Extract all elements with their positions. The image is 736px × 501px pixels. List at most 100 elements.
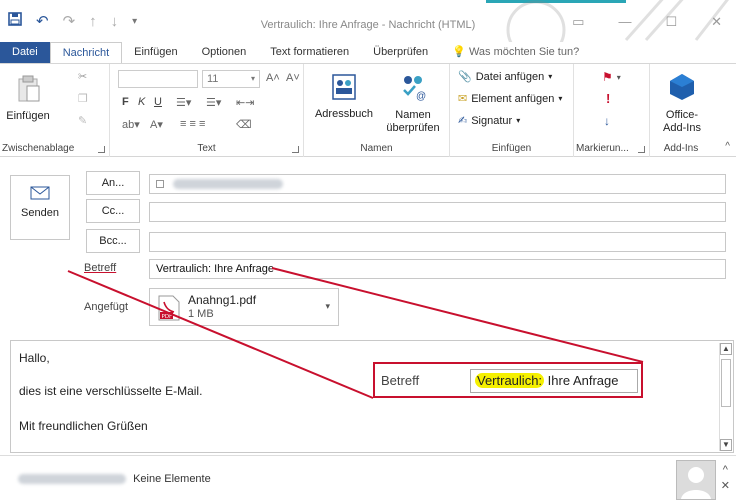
no-items-label: Keine Elemente: [133, 473, 211, 485]
signature-button[interactable]: ✍ Signatur ▾: [458, 114, 521, 128]
check-names-icon: @: [403, 76, 426, 102]
window-controls: ▭ — ☐ ✕: [572, 14, 722, 30]
grow-font-icon[interactable]: A˄: [266, 72, 280, 84]
align-icon[interactable]: ≡ ≡ ≡: [180, 118, 205, 130]
ribbon-display-icon[interactable]: ▭: [572, 14, 584, 30]
text-group-label: Text: [197, 143, 216, 154]
clipboard-icon: [18, 75, 40, 102]
office-addins-button[interactable]: Office- Add-Ins: [654, 72, 710, 135]
subject-callout: Betreff Vertraulich: Ihre Anfrage: [373, 362, 643, 398]
attachment-chip[interactable]: PDF Anahng1.pdf 1 MB ▾: [149, 288, 339, 326]
tab-optionen[interactable]: Optionen: [190, 42, 259, 64]
subject-label: Betreff: [84, 262, 117, 274]
chevron-down-icon[interactable]: ▾: [325, 301, 330, 312]
low-importance-icon[interactable]: ↓: [604, 114, 610, 128]
underline-button[interactable]: U: [154, 96, 162, 108]
attach-file-button[interactable]: 📎 Datei anfügen ▾: [458, 70, 553, 84]
addins-group: Office- Add-Ins Add-Ins: [650, 64, 712, 157]
scroll-up-icon[interactable]: ▲: [720, 343, 732, 355]
collapse-ribbon-icon[interactable]: ^: [725, 141, 730, 152]
numbered-list-icon[interactable]: ☰▾: [206, 96, 221, 109]
paste-label: Einfügen: [6, 110, 50, 122]
tab-einfuegen[interactable]: Einfügen: [122, 42, 189, 64]
office-addins-label-1: Office-: [665, 109, 699, 121]
tell-me-label: Was möchten Sie tun?: [468, 46, 580, 58]
title-bar: ↶ ↷ ↑ ↓ ▾ Vertraulich: Ihre Anfrage - Na…: [0, 0, 736, 42]
names-group: Adressbuch @ Namen überprüfen Namen: [304, 64, 450, 157]
to-button[interactable]: An...: [86, 171, 140, 195]
address-book-label: Adressbuch: [314, 108, 374, 120]
check-names-button[interactable]: @ Namen überprüfen: [378, 72, 448, 135]
clipboard-group-label: Zwischenablage: [2, 143, 75, 154]
tags-launcher-icon[interactable]: [638, 146, 645, 153]
attach-item-label: Element anfügen: [471, 92, 555, 105]
callout-label: Betreff: [381, 373, 420, 388]
signature-icon: ✍: [458, 115, 468, 127]
tags-group: ⚑ ▾ ! ↓ Markierun...: [574, 64, 650, 157]
font-color-icon[interactable]: A▾: [150, 118, 163, 131]
pdf-type-label: PDF: [162, 314, 173, 320]
scroll-down-icon[interactable]: ▼: [720, 439, 732, 451]
scroll-thumb[interactable]: [721, 359, 731, 407]
tab-datei[interactable]: Datei: [0, 42, 50, 64]
clipboard-launcher-icon[interactable]: [98, 146, 105, 153]
chevron-down-icon: ▾: [558, 94, 563, 103]
bold-button[interactable]: F: [122, 96, 129, 108]
maximize-icon[interactable]: ☐: [665, 14, 677, 30]
attachment-size: 1 MB: [188, 308, 214, 320]
names-group-label: Namen: [360, 143, 393, 154]
people-pane-controls: ^ ✕: [721, 462, 730, 494]
font-size-dropdown[interactable]: 11 ▾: [202, 70, 260, 88]
cut-icon[interactable]: ✂: [78, 70, 87, 83]
text-launcher-icon[interactable]: [292, 146, 299, 153]
tab-ueberpruefen[interactable]: Überprüfen: [361, 42, 440, 64]
shrink-font-icon[interactable]: A˅: [286, 72, 300, 84]
body-line-greeting: Hallo,: [19, 351, 50, 365]
flag-icon[interactable]: ⚑ ▾: [602, 70, 621, 84]
paste-button[interactable]: Einfügen: [4, 74, 52, 122]
avatar[interactable]: [676, 460, 716, 500]
attach-item-button[interactable]: ✉ Element anfügen ▾: [458, 92, 563, 106]
office-addins-icon: [670, 74, 694, 100]
envelope-clip-icon: ✉: [458, 93, 468, 105]
italic-button[interactable]: K: [138, 96, 145, 108]
address-book-button[interactable]: Adressbuch: [312, 72, 376, 120]
minimize-icon[interactable]: —: [618, 14, 631, 30]
chevron-down-icon: ▾: [516, 116, 521, 125]
bcc-field[interactable]: [149, 232, 726, 252]
expand-pane-icon[interactable]: ^: [721, 462, 730, 478]
attach-file-label: Datei anfügen: [475, 70, 545, 83]
check-names-label-1: Namen: [395, 109, 431, 121]
redacted-recipient: [173, 179, 284, 190]
cc-field[interactable]: [149, 202, 726, 222]
tab-nachricht[interactable]: Nachricht: [49, 42, 123, 64]
cc-button[interactable]: Cc...: [86, 199, 140, 223]
svg-text:@: @: [416, 91, 426, 102]
high-importance-icon[interactable]: !: [606, 91, 610, 106]
format-painter-icon[interactable]: ✎: [78, 114, 87, 127]
paperclip-icon: 📎: [458, 71, 472, 83]
vertical-scrollbar[interactable]: ▲ ▼: [719, 343, 732, 451]
lightbulb-icon: 💡: [452, 46, 466, 58]
person-icon: [681, 467, 711, 499]
copy-icon[interactable]: ❐: [78, 92, 88, 105]
bullet-list-icon[interactable]: ☰▾: [176, 96, 191, 109]
close-pane-icon[interactable]: ✕: [721, 478, 730, 494]
callout-highlight: Vertraulich:: [475, 373, 545, 388]
font-name-dropdown[interactable]: [118, 70, 198, 88]
send-label: Senden: [21, 207, 59, 219]
bcc-button[interactable]: Bcc...: [86, 229, 140, 253]
to-field[interactable]: [149, 174, 726, 194]
font-size-value: 11: [207, 73, 219, 85]
tab-text-formatieren[interactable]: Text formatieren: [258, 42, 361, 64]
subject-field[interactable]: Vertraulich: Ihre Anfrage: [149, 259, 726, 279]
clear-format-icon[interactable]: ⌫: [236, 118, 252, 131]
highlight-icon[interactable]: ab▾: [122, 118, 140, 131]
tell-me-search[interactable]: 💡 Was möchten Sie tun?: [440, 42, 591, 64]
ribbon: Einfügen ✂ ❐ ✎ Zwischenablage 11 ▾ A˄ A˅…: [0, 63, 736, 157]
chevron-down-icon: ▾: [548, 72, 553, 81]
callout-rest: Ihre Anfrage: [544, 373, 619, 388]
indent-icon[interactable]: ⇤⇥: [236, 96, 254, 109]
close-icon[interactable]: ✕: [711, 14, 722, 30]
send-button[interactable]: Senden: [10, 175, 70, 240]
